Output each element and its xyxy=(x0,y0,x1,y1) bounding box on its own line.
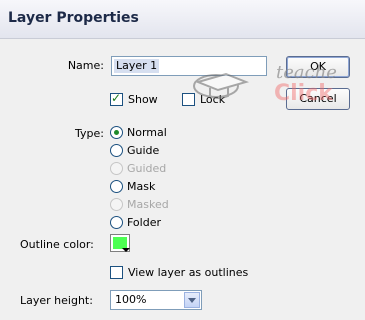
radio-guide[interactable] xyxy=(110,144,123,157)
outline-color-picker[interactable] xyxy=(110,234,130,252)
layer-height-value: 100% xyxy=(115,293,147,306)
title-bar: Layer Properties xyxy=(0,0,365,39)
watermark-text-click: Click xyxy=(274,81,334,106)
checkmark-icon: ✓ xyxy=(111,91,122,105)
teacher-click-watermark: teacher Click xyxy=(193,62,338,106)
radio-guided xyxy=(110,162,123,175)
dropdown-arrow-icon xyxy=(122,248,130,252)
watermark-text-teacher: teacher xyxy=(276,62,338,83)
radio-guide-label: Guide xyxy=(127,144,160,157)
radio-mask-label: Mask xyxy=(127,180,156,193)
view-outlines-label: View layer as outlines xyxy=(128,266,249,279)
radio-folder[interactable] xyxy=(110,216,123,229)
view-outlines-checkbox[interactable] xyxy=(110,266,123,279)
radio-folder-label: Folder xyxy=(127,216,161,229)
layer-height-select[interactable]: 100% xyxy=(110,290,202,310)
radio-normal-label: Normal xyxy=(127,126,167,139)
radio-masked xyxy=(110,198,123,211)
radio-selected-dot xyxy=(114,130,119,135)
radio-masked-label: Masked xyxy=(127,198,169,211)
outline-color-label: Outline color: xyxy=(20,238,94,251)
name-input-value: Layer 1 xyxy=(114,59,160,73)
radio-guided-label: Guided xyxy=(127,162,167,175)
show-label: Show xyxy=(128,93,158,106)
show-checkbox[interactable]: ✓ xyxy=(110,91,123,106)
window-title: Layer Properties xyxy=(8,10,139,26)
radio-mask[interactable] xyxy=(110,180,123,193)
radio-normal[interactable] xyxy=(110,126,123,139)
name-label: Name: xyxy=(67,59,104,72)
chevron-down-icon[interactable] xyxy=(184,292,200,308)
type-label: Type: xyxy=(75,127,104,140)
layer-height-label: Layer height: xyxy=(20,294,93,307)
